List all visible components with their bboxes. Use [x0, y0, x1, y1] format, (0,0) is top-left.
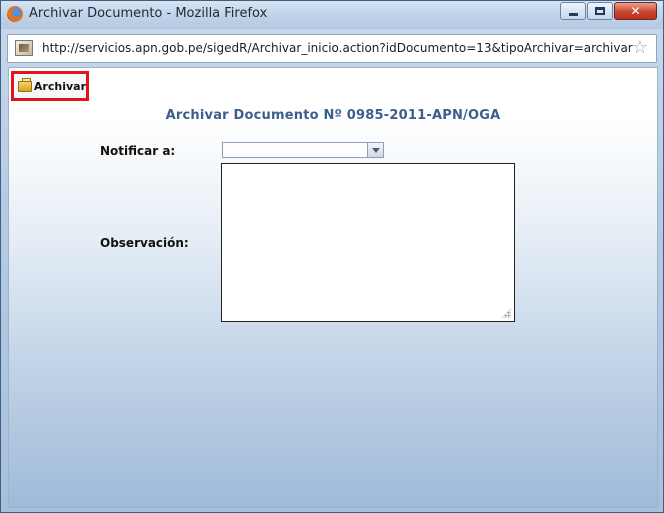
page-content: Archivar Archivar Documento Nº 0985-2011…: [8, 67, 658, 508]
window-controls: ✕: [559, 2, 657, 20]
firefox-icon: [7, 6, 23, 22]
notify-select[interactable]: [222, 142, 384, 158]
close-button[interactable]: ✕: [614, 2, 657, 20]
folder-archive-icon: [17, 77, 32, 95]
archivar-button[interactable]: Archivar: [11, 71, 89, 101]
url-text[interactable]: http://servicios.apn.gob.pe/sigedR/Archi…: [42, 41, 633, 55]
maximize-button[interactable]: [587, 2, 613, 20]
notify-label: Notificar a:: [100, 144, 176, 158]
browser-window: Archivar Documento - Mozilla Firefox ✕ h…: [0, 0, 664, 513]
page-title: Archivar Documento Nº 0985-2011-APN/OGA: [165, 108, 501, 123]
close-icon: ✕: [630, 4, 641, 18]
site-identity-icon[interactable]: [15, 40, 33, 56]
chevron-down-icon[interactable]: [367, 143, 383, 157]
observation-textarea[interactable]: [221, 163, 515, 322]
maximize-icon: [588, 3, 612, 19]
minimize-button[interactable]: [560, 2, 586, 20]
title-bar[interactable]: Archivar Documento - Mozilla Firefox ✕: [1, 1, 663, 29]
observation-label: Observación:: [100, 236, 189, 250]
window-title: Archivar Documento - Mozilla Firefox: [29, 6, 268, 21]
url-bar[interactable]: http://servicios.apn.gob.pe/sigedR/Archi…: [7, 34, 657, 63]
bookmark-star-icon[interactable]: ☆: [632, 38, 648, 58]
archivar-button-label: Archivar: [33, 79, 86, 93]
minimize-icon: [561, 3, 585, 19]
